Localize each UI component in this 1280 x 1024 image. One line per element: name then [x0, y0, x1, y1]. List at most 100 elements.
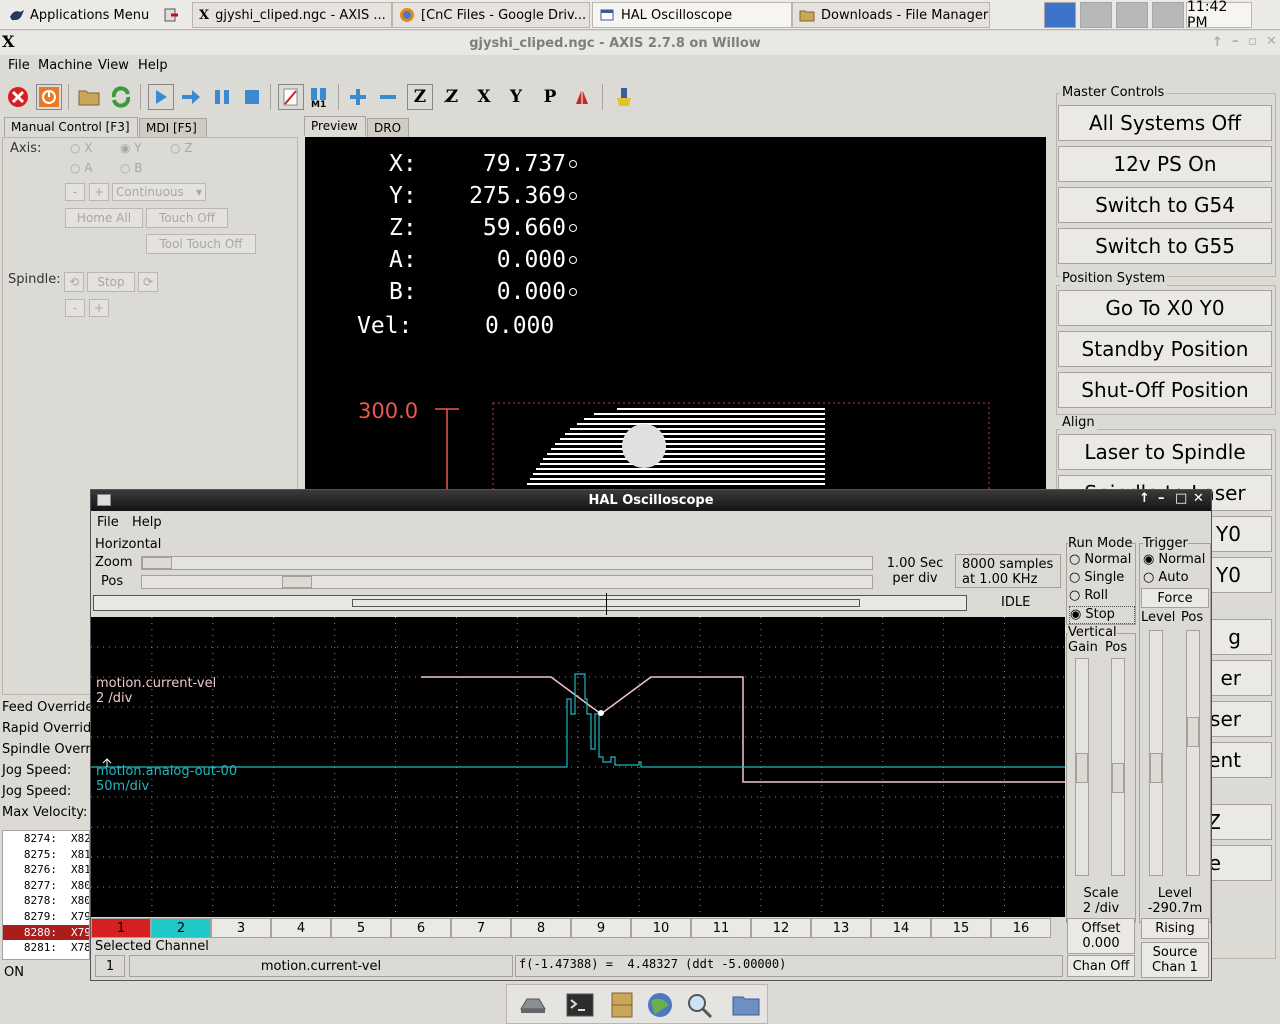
- task-axis[interactable]: Xgjyshi_cliped.ngc - AXIS ...: [192, 2, 392, 28]
- jog-plus-button[interactable]: +: [89, 183, 109, 201]
- selected-channel-name-button[interactable]: motion.current-vel: [129, 955, 513, 977]
- trigger-mode-auto[interactable]: ○ Auto: [1143, 570, 1209, 588]
- show-desktop-icon[interactable]: [517, 991, 547, 1019]
- power-icon[interactable]: [36, 84, 62, 110]
- force-button[interactable]: Force: [1141, 588, 1209, 608]
- radio-axis-a[interactable]: ○ A: [70, 161, 93, 175]
- pos-slider[interactable]: [141, 575, 873, 589]
- spindle-minus-button[interactable]: -: [65, 299, 85, 317]
- applications-menu-button[interactable]: Applications Menu: [2, 2, 190, 28]
- web-browser-icon[interactable]: [645, 991, 675, 1019]
- folder-icon[interactable]: [731, 991, 761, 1019]
- restore-icon[interactable]: ▫: [1248, 34, 1257, 49]
- tab-dro[interactable]: DRO: [367, 118, 409, 138]
- pause-icon[interactable]: [209, 84, 235, 110]
- record-position-bar[interactable]: [93, 593, 967, 615]
- channel-button-1[interactable]: 1: [91, 918, 151, 938]
- vpos-thumb[interactable]: [1112, 763, 1124, 793]
- view-perspective-icon[interactable]: P: [537, 84, 563, 110]
- gain-thumb[interactable]: [1076, 753, 1088, 783]
- menu-file[interactable]: File: [8, 58, 30, 73]
- toggle-tool-icon[interactable]: [569, 84, 595, 110]
- channel-button-12[interactable]: 12: [751, 918, 811, 938]
- zoom-slider-thumb[interactable]: [142, 557, 172, 569]
- channel-button-4[interactable]: 4: [271, 918, 331, 938]
- preview-canvas[interactable]: X: 79.737 Y: 275.369 Z: 59.660 A: 0.000 B: 0.000 …: [305, 137, 1046, 497]
- tab-manual-control[interactable]: Manual Control [F3]: [4, 117, 138, 137]
- close-icon[interactable]: ✕: [1266, 34, 1277, 49]
- tab-mdi[interactable]: MDI [F5]: [139, 118, 207, 138]
- zoom-out-icon[interactable]: [375, 84, 401, 110]
- gcode-line[interactable]: 8274: X82: [3, 831, 89, 847]
- workspace-2[interactable]: [1080, 2, 1112, 28]
- restore-icon[interactable]: □: [1175, 491, 1187, 506]
- radio-axis-b[interactable]: ○ B: [120, 161, 143, 175]
- all-systems-off-button[interactable]: All Systems Off: [1058, 105, 1272, 141]
- jog-minus-button[interactable]: -: [65, 183, 85, 201]
- channel-button-15[interactable]: 15: [931, 918, 991, 938]
- hal-menu-help[interactable]: Help: [132, 515, 162, 530]
- view-y-icon[interactable]: Y: [503, 84, 529, 110]
- task-hal-oscilloscope[interactable]: HAL Oscilloscope: [592, 2, 792, 28]
- trigger-level-slider[interactable]: [1149, 630, 1163, 876]
- clear-plot-icon[interactable]: [611, 84, 637, 110]
- gain-slider[interactable]: [1075, 658, 1089, 876]
- switch-g55-button[interactable]: Switch to G55: [1058, 228, 1272, 264]
- menu-machine[interactable]: Machine: [38, 58, 92, 73]
- channel-button-3[interactable]: 3: [211, 918, 271, 938]
- spindle-cw-icon[interactable]: ⟳: [138, 272, 158, 292]
- touch-off-button[interactable]: Touch Off: [146, 208, 228, 228]
- gcode-line[interactable]: 8279: X79: [3, 909, 89, 925]
- close-icon[interactable]: ✕: [1193, 491, 1204, 506]
- menu-help[interactable]: Help: [138, 58, 168, 73]
- gcode-line[interactable]: 8278: X80: [3, 893, 89, 909]
- vpos-slider[interactable]: [1111, 658, 1125, 876]
- spindle-plus-button[interactable]: +: [89, 299, 109, 317]
- channel-button-8[interactable]: 8: [511, 918, 571, 938]
- gcode-line[interactable]: 8280: X79: [3, 924, 89, 941]
- spindle-ccw-icon[interactable]: ⟲: [64, 272, 84, 292]
- channel-button-10[interactable]: 10: [631, 918, 691, 938]
- workspace-3[interactable]: [1116, 2, 1148, 28]
- maximize-icon[interactable]: ↑: [1139, 491, 1150, 506]
- laser-to-spindle-button[interactable]: Laser to Spindle: [1058, 434, 1272, 470]
- tab-preview[interactable]: Preview: [304, 116, 366, 136]
- 12v-ps-on-button[interactable]: 12v PS On: [1058, 146, 1272, 182]
- chan-off-button[interactable]: Chan Off: [1067, 955, 1135, 977]
- run-mode-single[interactable]: ○ Single: [1069, 570, 1135, 588]
- run-mode-normal[interactable]: ○ Normal: [1069, 552, 1135, 570]
- file-cabinet-icon[interactable]: [607, 991, 637, 1019]
- gcode-line[interactable]: 8276: X81: [3, 862, 89, 878]
- clock[interactable]: 11:42 PM: [1186, 0, 1252, 31]
- trigger-pos-thumb[interactable]: [1187, 717, 1199, 747]
- gcode-line[interactable]: 8275: X81: [3, 847, 89, 863]
- trigger-pos-slider[interactable]: [1186, 630, 1200, 876]
- hal-menu-file[interactable]: File: [97, 515, 119, 530]
- workspace-1[interactable]: [1044, 2, 1076, 28]
- shut-off-position-button[interactable]: Shut-Off Position: [1058, 372, 1272, 408]
- gcode-line[interactable]: 8281: X78: [3, 940, 89, 956]
- run-mode-stop[interactable]: ◉ Stop: [1069, 606, 1135, 624]
- app-finder-icon[interactable]: [685, 991, 715, 1019]
- home-all-button[interactable]: Home All: [65, 208, 143, 228]
- view-x-icon[interactable]: X: [471, 84, 497, 110]
- terminal-icon[interactable]: [565, 991, 595, 1019]
- optional-stop-icon[interactable]: M1: [306, 84, 332, 110]
- radio-axis-y[interactable]: ◉ Y: [120, 141, 142, 155]
- channel-button-2[interactable]: 2: [151, 918, 211, 938]
- reload-icon[interactable]: [108, 84, 134, 110]
- menu-view[interactable]: View: [98, 58, 129, 73]
- view-z-icon[interactable]: Z: [407, 84, 433, 110]
- channel-button-5[interactable]: 5: [331, 918, 391, 938]
- zoom-in-icon[interactable]: [345, 84, 371, 110]
- pos-slider-thumb[interactable]: [282, 576, 312, 588]
- rising-button[interactable]: Rising: [1141, 918, 1209, 939]
- trigger-mode-normal[interactable]: ◉ Normal: [1143, 552, 1209, 570]
- stop-icon[interactable]: [239, 84, 265, 110]
- zoom-slider[interactable]: [141, 556, 873, 570]
- workspace-4[interactable]: [1152, 2, 1184, 28]
- go-to-x0y0-button[interactable]: Go To X0 Y0: [1058, 290, 1272, 326]
- trigger-source-button[interactable]: Source Chan 1: [1141, 942, 1209, 978]
- gcode-listing[interactable]: 8274: X82 8275: X81 8276: X81 8277: X80 8278: X80…: [2, 830, 90, 960]
- offset-button[interactable]: Offset 0.000: [1067, 918, 1135, 954]
